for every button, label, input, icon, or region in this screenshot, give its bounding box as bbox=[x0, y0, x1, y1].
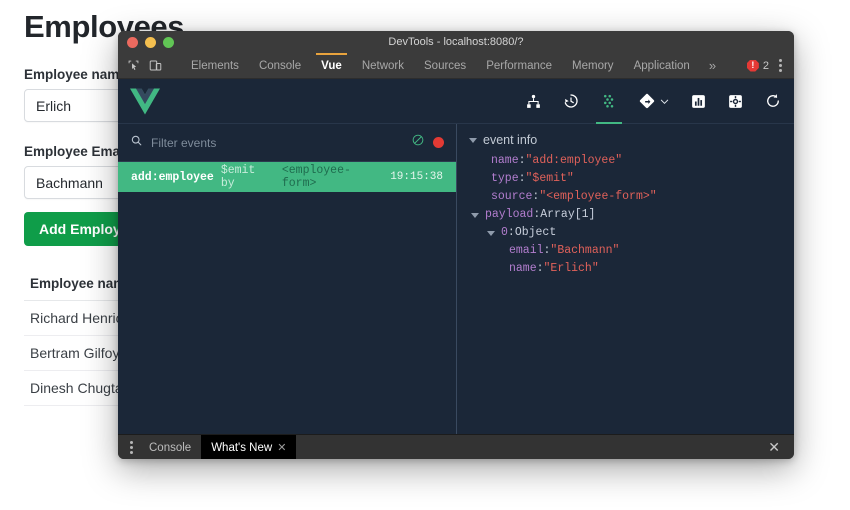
components-tree-icon[interactable] bbox=[525, 79, 542, 124]
vue-devtools-panel: add:employee $emit by <employee-form> 19… bbox=[118, 79, 794, 434]
info-sep: : bbox=[533, 208, 541, 221]
info-key: source bbox=[491, 190, 533, 203]
caret-down-icon bbox=[487, 230, 495, 236]
vue-logo bbox=[130, 88, 160, 115]
caret-down-icon bbox=[471, 212, 479, 218]
tab-performance[interactable]: Performance bbox=[476, 53, 562, 78]
drawer-kebab-menu-icon[interactable] bbox=[124, 441, 139, 454]
info-value: "add:employee" bbox=[525, 154, 623, 167]
performance-chart-icon[interactable] bbox=[690, 79, 707, 124]
events-list: add:employee $emit by <employee-form> 19… bbox=[118, 162, 456, 434]
devtools-window: DevTools - localhost:8080/? Elements Con… bbox=[118, 31, 794, 459]
event-name: add:employee bbox=[131, 170, 214, 184]
info-value: Object bbox=[514, 226, 557, 239]
event-source: <employee-form> bbox=[281, 164, 351, 190]
info-row-payload-name: name : "Erlich" bbox=[457, 260, 794, 278]
info-sep: : bbox=[532, 190, 540, 203]
event-info-header[interactable]: event info bbox=[457, 133, 794, 152]
tab-memory[interactable]: Memory bbox=[562, 53, 624, 78]
events-icon[interactable] bbox=[596, 79, 622, 124]
record-dot-icon[interactable] bbox=[433, 137, 444, 148]
filter-events-input[interactable] bbox=[151, 135, 403, 150]
events-pane: add:employee $emit by <employee-form> 19… bbox=[118, 124, 457, 434]
vuex-icon[interactable] bbox=[638, 79, 670, 124]
tab-application[interactable]: Application bbox=[624, 53, 700, 78]
devtools-tool-icons bbox=[118, 53, 181, 78]
settings-gear-icon[interactable] bbox=[727, 79, 744, 124]
error-badge[interactable]: ! 2 bbox=[746, 59, 769, 72]
device-toolbar-icon[interactable] bbox=[147, 57, 164, 74]
events-filter-bar bbox=[118, 124, 456, 162]
info-sep: : bbox=[518, 172, 526, 185]
devtools-titlebar: DevTools - localhost:8080/? bbox=[118, 31, 794, 53]
error-octagon-icon: ! bbox=[746, 59, 759, 72]
error-count: 2 bbox=[762, 59, 769, 72]
info-key: 0 bbox=[501, 226, 508, 239]
info-value: "Erlich" bbox=[543, 262, 599, 275]
inspect-element-icon[interactable] bbox=[125, 57, 142, 74]
info-value: "Bachmann" bbox=[550, 244, 620, 257]
tab-network[interactable]: Network bbox=[352, 53, 414, 78]
drawer-tab-label: Console bbox=[149, 441, 192, 454]
info-sep: : bbox=[507, 226, 515, 239]
refresh-icon[interactable] bbox=[764, 79, 782, 124]
info-row-name: name : "add:employee" bbox=[457, 152, 794, 170]
window-title: DevTools - localhost:8080/? bbox=[388, 36, 524, 48]
info-row-type: type : "$emit" bbox=[457, 170, 794, 188]
close-icon[interactable]: ✕ bbox=[277, 441, 286, 454]
chevron-down-icon bbox=[660, 99, 669, 104]
info-value: "<employee-form>" bbox=[539, 190, 657, 203]
more-tabs-button[interactable]: » bbox=[700, 53, 725, 78]
devtools-tabbar-right: ! 2 bbox=[746, 53, 794, 78]
info-sep: : bbox=[536, 262, 544, 275]
devtools-kebab-menu-icon[interactable] bbox=[774, 59, 787, 72]
info-row-email: email : "Bachmann" bbox=[457, 242, 794, 260]
drawer-tab-label: What's New bbox=[211, 441, 273, 454]
screenshot-root: Employees Employee name Employee Email A… bbox=[0, 0, 850, 510]
info-sep: : bbox=[543, 244, 551, 257]
info-key: email bbox=[509, 244, 544, 257]
info-value: Array[1] bbox=[540, 208, 596, 221]
drawer-close-icon[interactable]: ✕ bbox=[768, 439, 788, 456]
vue-panel-body: add:employee $emit by <employee-form> 19… bbox=[118, 124, 794, 434]
devtools-tabs: Elements Console Vue Network Sources Per… bbox=[181, 53, 725, 78]
info-key: type bbox=[491, 172, 519, 185]
tab-vue[interactable]: Vue bbox=[311, 53, 352, 78]
info-key: name bbox=[491, 154, 519, 167]
devtools-drawer: Console What's New ✕ ✕ bbox=[118, 434, 794, 459]
vue-toolbar-actions bbox=[525, 79, 782, 124]
devtools-tabbar: Elements Console Vue Network Sources Per… bbox=[118, 53, 794, 79]
timeline-history-icon[interactable] bbox=[562, 79, 580, 124]
tab-console[interactable]: Console bbox=[249, 53, 311, 78]
info-row-payload[interactable]: payload : Array[1] bbox=[457, 206, 794, 224]
event-info-title: event info bbox=[483, 133, 538, 147]
info-value: "$emit" bbox=[525, 172, 574, 185]
info-key: name bbox=[509, 262, 537, 275]
info-row-payload-0[interactable]: 0 : Object bbox=[457, 224, 794, 242]
event-row-add-employee[interactable]: add:employee $emit by <employee-form> 19… bbox=[118, 162, 456, 192]
info-row-source: source : "<employee-form>" bbox=[457, 188, 794, 206]
info-sep: : bbox=[518, 154, 526, 167]
search-icon bbox=[130, 134, 143, 152]
tab-elements[interactable]: Elements bbox=[181, 53, 249, 78]
info-key: payload bbox=[485, 208, 534, 221]
no-entry-clear-icon[interactable] bbox=[411, 133, 425, 152]
event-type: $emit by bbox=[220, 164, 256, 190]
event-time: 19:15:38 bbox=[390, 171, 443, 183]
vue-toolbar bbox=[118, 79, 794, 124]
event-info-pane: event info name : "add:employee" type : … bbox=[457, 124, 794, 434]
tab-sources[interactable]: Sources bbox=[414, 53, 476, 78]
drawer-tab-console[interactable]: Console bbox=[139, 435, 201, 460]
caret-down-icon bbox=[469, 137, 477, 143]
drawer-tab-whats-new[interactable]: What's New ✕ bbox=[201, 434, 297, 459]
